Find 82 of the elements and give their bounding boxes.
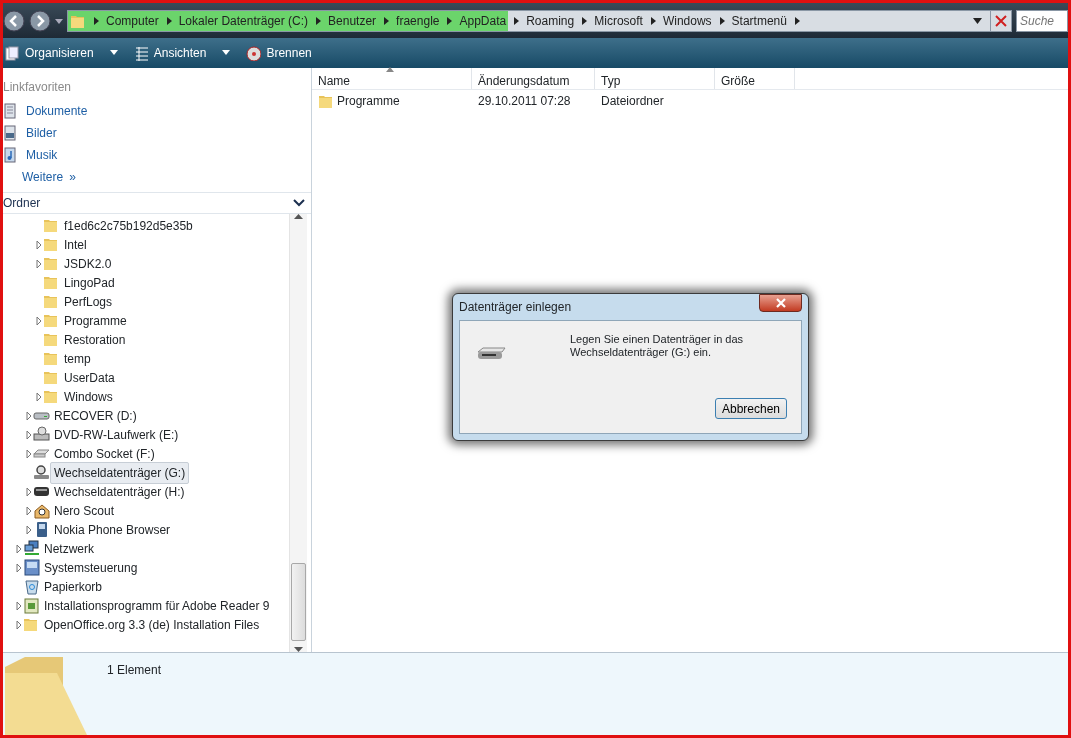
more-link[interactable]: Weitere: [22, 168, 64, 186]
expand-icon[interactable]: [24, 410, 32, 421]
column-header[interactable]: Typ: [595, 68, 715, 89]
magnifier-drive-icon: [33, 464, 50, 481]
file-name[interactable]: Programme: [337, 92, 400, 110]
close-icon[interactable]: [995, 14, 1007, 27]
chevron-icon[interactable]: [293, 199, 305, 207]
status-text: 1 Element: [107, 662, 162, 679]
scroll-up-icon[interactable]: [294, 214, 303, 219]
dialog-title: Datenträger einlegen: [459, 299, 572, 316]
network-icon: [23, 540, 40, 557]
chevron-text[interactable]: »: [69, 168, 76, 186]
folder-icon: [43, 388, 60, 405]
caret-icon[interactable]: [222, 50, 231, 56]
search-field[interactable]: Suche: [1016, 9, 1068, 32]
folder-icon: [43, 274, 60, 291]
optical-drive-icon: [33, 426, 50, 443]
caret-icon[interactable]: [55, 16, 63, 25]
favorite-link[interactable]: Bilder: [26, 124, 57, 142]
drive-icon: [476, 347, 508, 361]
expand-icon[interactable]: [24, 448, 32, 459]
sort-arrow-icon: [386, 67, 394, 72]
scroll-thumb[interactable]: [291, 563, 306, 641]
folder-icon: [43, 369, 60, 386]
recycle-bin-icon: [23, 578, 40, 595]
breadcrumb-item[interactable]: Startmenü: [729, 10, 789, 31]
table-cell-text: Dateiordner: [600, 93, 665, 110]
expand-icon[interactable]: [34, 391, 42, 402]
folder-icon: [43, 350, 60, 367]
expand-icon[interactable]: [14, 562, 22, 573]
toolbar-button[interactable]: Brennen: [244, 42, 314, 64]
close-icon: [775, 298, 786, 308]
control-panel-icon: [23, 559, 40, 576]
breadcrumb-item[interactable]: Computer: [104, 10, 161, 31]
back-button-icon[interactable]: [3, 9, 25, 32]
expand-icon[interactable]: [34, 239, 42, 250]
breadcrumb-item[interactable]: Benutzer: [326, 10, 379, 31]
column-header[interactable]: Name: [312, 68, 472, 89]
expand-icon[interactable]: [34, 258, 42, 269]
document-icon: [5, 45, 20, 61]
folder-icon: [43, 331, 60, 348]
house-icon: [33, 502, 50, 519]
folder-icon: [318, 93, 334, 109]
installer-icon: [23, 597, 40, 614]
caret-icon[interactable]: [109, 50, 118, 56]
tree-item[interactable]: Wechseldatenträger (G:): [50, 461, 190, 484]
folder-icon: [23, 616, 40, 633]
dialog-message: Legen Sie einen Datenträger in das Wechseldatenträger (G:) ein.: [570, 333, 745, 359]
toolbar-button[interactable]: Organisieren: [3, 42, 96, 64]
expand-icon[interactable]: [14, 600, 22, 611]
folder-icon: [43, 293, 60, 310]
column-header[interactable]: Größe: [715, 68, 795, 89]
favorite-link[interactable]: Musik: [26, 146, 58, 164]
breadcrumb-item[interactable]: Lokaler Datenträger (C:): [176, 10, 311, 31]
breadcrumb-item[interactable]: fraengle: [394, 10, 442, 31]
expand-icon[interactable]: [24, 429, 32, 440]
scrollbar[interactable]: [289, 214, 307, 652]
section-header[interactable]: Ordner: [3, 194, 41, 212]
toolbar-button[interactable]: Ansichten: [131, 42, 209, 64]
grid-icon: [133, 45, 149, 61]
folder-icon: [43, 236, 60, 253]
breadcrumb-item[interactable]: Roaming: [524, 10, 577, 31]
address-bar[interactable]: Computer Lokaler Datenträger (C:) Benutzer fraengle AppData Roaming Microsoft Windows Startmenü: [67, 9, 1012, 32]
expand-icon[interactable]: [14, 619, 22, 630]
breadcrumb-item[interactable]: Microsoft: [592, 10, 645, 31]
section-header: Linkfavoriten: [3, 79, 73, 96]
breadcrumb-item[interactable]: Windows: [660, 10, 714, 31]
folder-icon: [43, 217, 60, 234]
expand-icon[interactable]: [24, 505, 32, 516]
cancel-button[interactable]: Abbrechen: [715, 398, 787, 419]
expand-icon[interactable]: [34, 315, 42, 326]
expand-icon[interactable]: [14, 543, 22, 554]
folder-icon: [43, 312, 60, 329]
favorite-link[interactable]: Dokumente: [26, 102, 88, 120]
expand-icon[interactable]: [24, 524, 32, 535]
column-header[interactable]: Änderungsdatum: [472, 68, 595, 89]
folder-icon: [43, 255, 60, 272]
expand-icon[interactable]: [24, 486, 32, 497]
breadcrumb-item[interactable]: AppData: [457, 10, 509, 31]
table-cell-text: 29.10.2011 07:28: [477, 93, 572, 110]
close-button[interactable]: [759, 294, 802, 312]
forward-button-icon[interactable]: [29, 9, 51, 32]
